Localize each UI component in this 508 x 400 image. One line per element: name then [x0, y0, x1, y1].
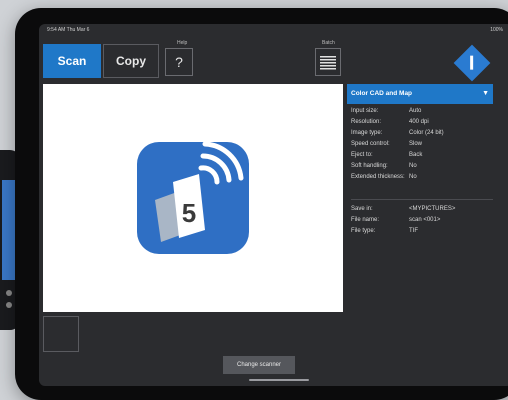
- setting-row[interactable]: Extended thickness: No: [351, 174, 491, 195]
- save-label: File type:: [351, 228, 376, 234]
- batch-button[interactable]: [315, 48, 341, 76]
- setting-label: Eject to:: [351, 152, 373, 158]
- batch-caption: Batch: [322, 40, 335, 46]
- tablet-frame: 9:54 AM Thu Mar 6 100% Scan Copy Help ? …: [15, 8, 508, 400]
- help-caption: Help: [177, 40, 188, 46]
- home-indicator: [249, 379, 309, 381]
- stack-icon: [320, 56, 336, 70]
- setting-row[interactable]: Input size: Auto: [351, 108, 491, 119]
- setting-label: Speed control:: [351, 141, 390, 147]
- app-logo-icon[interactable]: [453, 44, 491, 82]
- chevron-down-icon: ▼: [482, 90, 489, 97]
- save-label: Save in:: [351, 206, 373, 212]
- help-button[interactable]: ?: [165, 48, 193, 76]
- setting-row[interactable]: Speed control: Slow: [351, 141, 491, 152]
- camera-dot: [6, 302, 12, 308]
- save-label: File name:: [351, 217, 380, 223]
- setting-label: Resolution:: [351, 119, 382, 125]
- setting-label: Soft handling:: [351, 163, 388, 169]
- app-icon-number: 5: [182, 198, 196, 228]
- setting-row[interactable]: Image type: Color (24 bit): [351, 130, 491, 141]
- setting-row[interactable]: Eject to: Back: [351, 152, 491, 163]
- scanner-app-icon: 5: [137, 141, 249, 254]
- setting-value: No: [409, 163, 417, 169]
- status-bar: 9:54 AM Thu Mar 6 100%: [39, 24, 508, 36]
- setting-label: Extended thickness:: [351, 174, 405, 180]
- save-row[interactable]: File type: TIF: [351, 228, 491, 239]
- setting-value: Color (24 bit): [409, 130, 444, 136]
- setting-label: Image type:: [351, 130, 383, 136]
- setting-value: Back: [409, 152, 423, 158]
- scan-button[interactable]: Scan: [43, 44, 101, 78]
- setting-row[interactable]: Resolution: 400 dpi: [351, 119, 491, 130]
- save-value: TIF: [409, 228, 418, 234]
- setting-value: 400 dpi: [409, 119, 429, 125]
- status-time: 9:54 AM Thu Mar 6: [47, 27, 90, 33]
- background-device-screen: [2, 180, 16, 280]
- divider: [351, 199, 493, 200]
- copy-button[interactable]: Copy: [103, 44, 159, 78]
- save-value: scan <001>: [409, 217, 441, 223]
- status-battery: 100%: [490, 27, 503, 33]
- scan-preview: 5: [43, 84, 343, 312]
- profile-name: Color CAD and Map: [351, 90, 413, 97]
- settings-panel: Color CAD and Map ▼ Input size: Auto Res…: [347, 84, 508, 324]
- save-row[interactable]: File name: scan <001>: [351, 217, 491, 228]
- save-value: <MYPICTURES>: [409, 206, 456, 212]
- settings-list: Input size: Auto Resolution: 400 dpi Ima…: [351, 108, 493, 239]
- setting-value: Slow: [409, 141, 423, 147]
- change-scanner-button[interactable]: Change scanner: [223, 356, 295, 374]
- profile-dropdown[interactable]: Color CAD and Map ▼: [347, 84, 493, 104]
- setting-label: Input size:: [351, 108, 379, 114]
- setting-value: Auto: [409, 108, 422, 114]
- document-wireless-icon: 5: [155, 141, 244, 242]
- camera-dot: [6, 290, 12, 296]
- thumbnail-slot[interactable]: [43, 316, 79, 352]
- app-screen: 9:54 AM Thu Mar 6 100% Scan Copy Help ? …: [39, 24, 508, 386]
- setting-value: No: [409, 174, 417, 180]
- setting-row[interactable]: Soft handling: No: [351, 163, 491, 174]
- save-row[interactable]: Save in: <MYPICTURES>: [351, 206, 491, 217]
- toolbar: Scan Copy Help ? Batch: [39, 36, 508, 82]
